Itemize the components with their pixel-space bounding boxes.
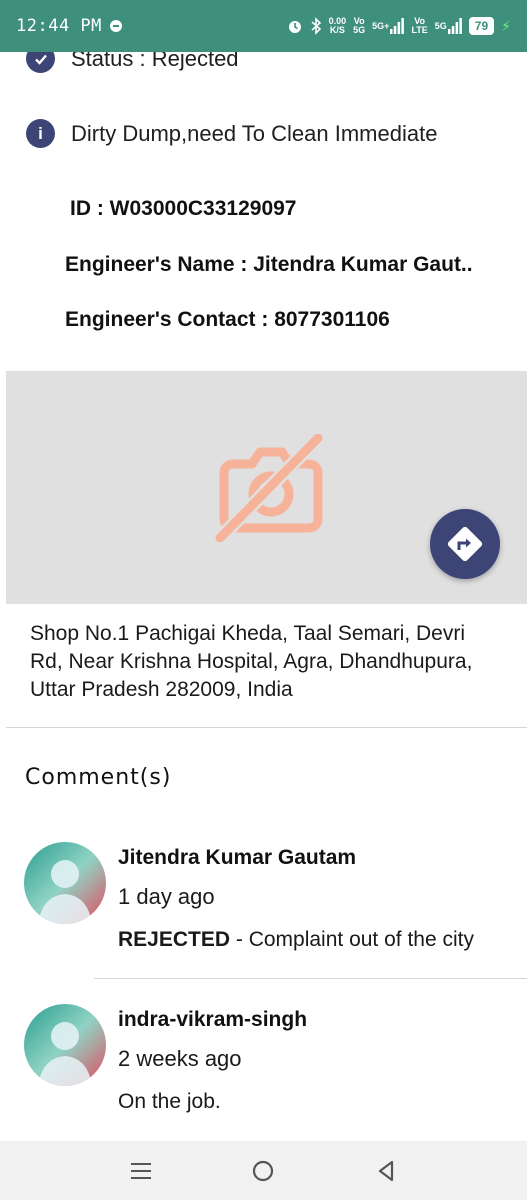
comment-author: Jitendra Kumar Gautam bbox=[118, 846, 357, 869]
status-bar: 12:44 PM 0.00 K/S Vo 5G 5G+ Vo LTE 5G 79 ⚡ bbox=[0, 0, 527, 52]
system-nav-bar bbox=[0, 1141, 527, 1200]
volte-indicator-2: Vo LTE bbox=[411, 16, 428, 35]
status-icons: 0.00 K/S Vo 5G 5G+ Vo LTE 5G 79 ⚡ bbox=[287, 17, 511, 35]
directions-button[interactable] bbox=[430, 509, 500, 579]
status-time: 12:44 PM bbox=[16, 16, 102, 36]
complaint-id: ID : W03000C33129097 bbox=[70, 197, 297, 220]
description-text: Dirty Dump,need To Clean Immediate bbox=[71, 120, 438, 146]
comment-message: - Complaint out of the city bbox=[230, 928, 474, 951]
bluetooth-icon bbox=[310, 17, 322, 35]
comment-message: On the job. bbox=[118, 1090, 221, 1113]
chat-notification-icon bbox=[109, 20, 122, 32]
complaint-photo[interactable] bbox=[6, 371, 527, 604]
menu-icon bbox=[131, 1162, 152, 1179]
comment-item: Jitendra Kumar Gautam 1 day ago REJECTED… bbox=[24, 842, 527, 951]
info-icon: i bbox=[26, 119, 55, 148]
comment-time: 1 day ago bbox=[118, 884, 215, 909]
no-photo-icon bbox=[215, 434, 323, 542]
back-button[interactable] bbox=[366, 1151, 406, 1191]
comment-body: On the job. bbox=[118, 1090, 221, 1114]
home-circle-icon bbox=[253, 1160, 274, 1181]
engineer-name: Engineer's Name : Jitendra Kumar Gaut.. bbox=[65, 253, 473, 276]
home-button[interactable] bbox=[243, 1151, 283, 1191]
alarm-icon bbox=[287, 18, 303, 34]
address-text: Shop No.1 Pachigai Kheda, Taal Semari, D… bbox=[30, 622, 473, 701]
volte-indicator-1: Vo 5G bbox=[353, 16, 366, 35]
address-divider bbox=[6, 727, 527, 728]
engineer-contact: Engineer's Contact : 8077301106 bbox=[65, 308, 390, 331]
avatar bbox=[24, 842, 106, 924]
description-row: i Dirty Dump,need To Clean Immediate bbox=[26, 119, 437, 148]
comment-status: REJECTED bbox=[118, 928, 231, 951]
avatar bbox=[24, 1004, 106, 1086]
charging-icon: ⚡ bbox=[501, 17, 511, 34]
comment-divider bbox=[94, 978, 527, 979]
back-triangle-icon bbox=[378, 1160, 393, 1181]
net-speed: 0.00 K/S bbox=[328, 16, 347, 35]
battery-icon: 79 bbox=[468, 17, 495, 35]
signal-icon-1: 5G+ bbox=[372, 18, 405, 34]
recent-apps-button[interactable] bbox=[121, 1151, 161, 1191]
comment-time: 2 weeks ago bbox=[118, 1046, 242, 1071]
comment-item: indra-vikram-singh 2 weeks ago On the jo… bbox=[24, 1004, 527, 1114]
comment-author: indra-vikram-singh bbox=[118, 1008, 308, 1031]
directions-icon bbox=[447, 526, 483, 562]
signal-icon-2: 5G bbox=[435, 18, 462, 34]
comment-body: REJECTED - Complaint out of the city bbox=[118, 928, 474, 952]
comments-heading: Comment(s) bbox=[25, 765, 172, 790]
